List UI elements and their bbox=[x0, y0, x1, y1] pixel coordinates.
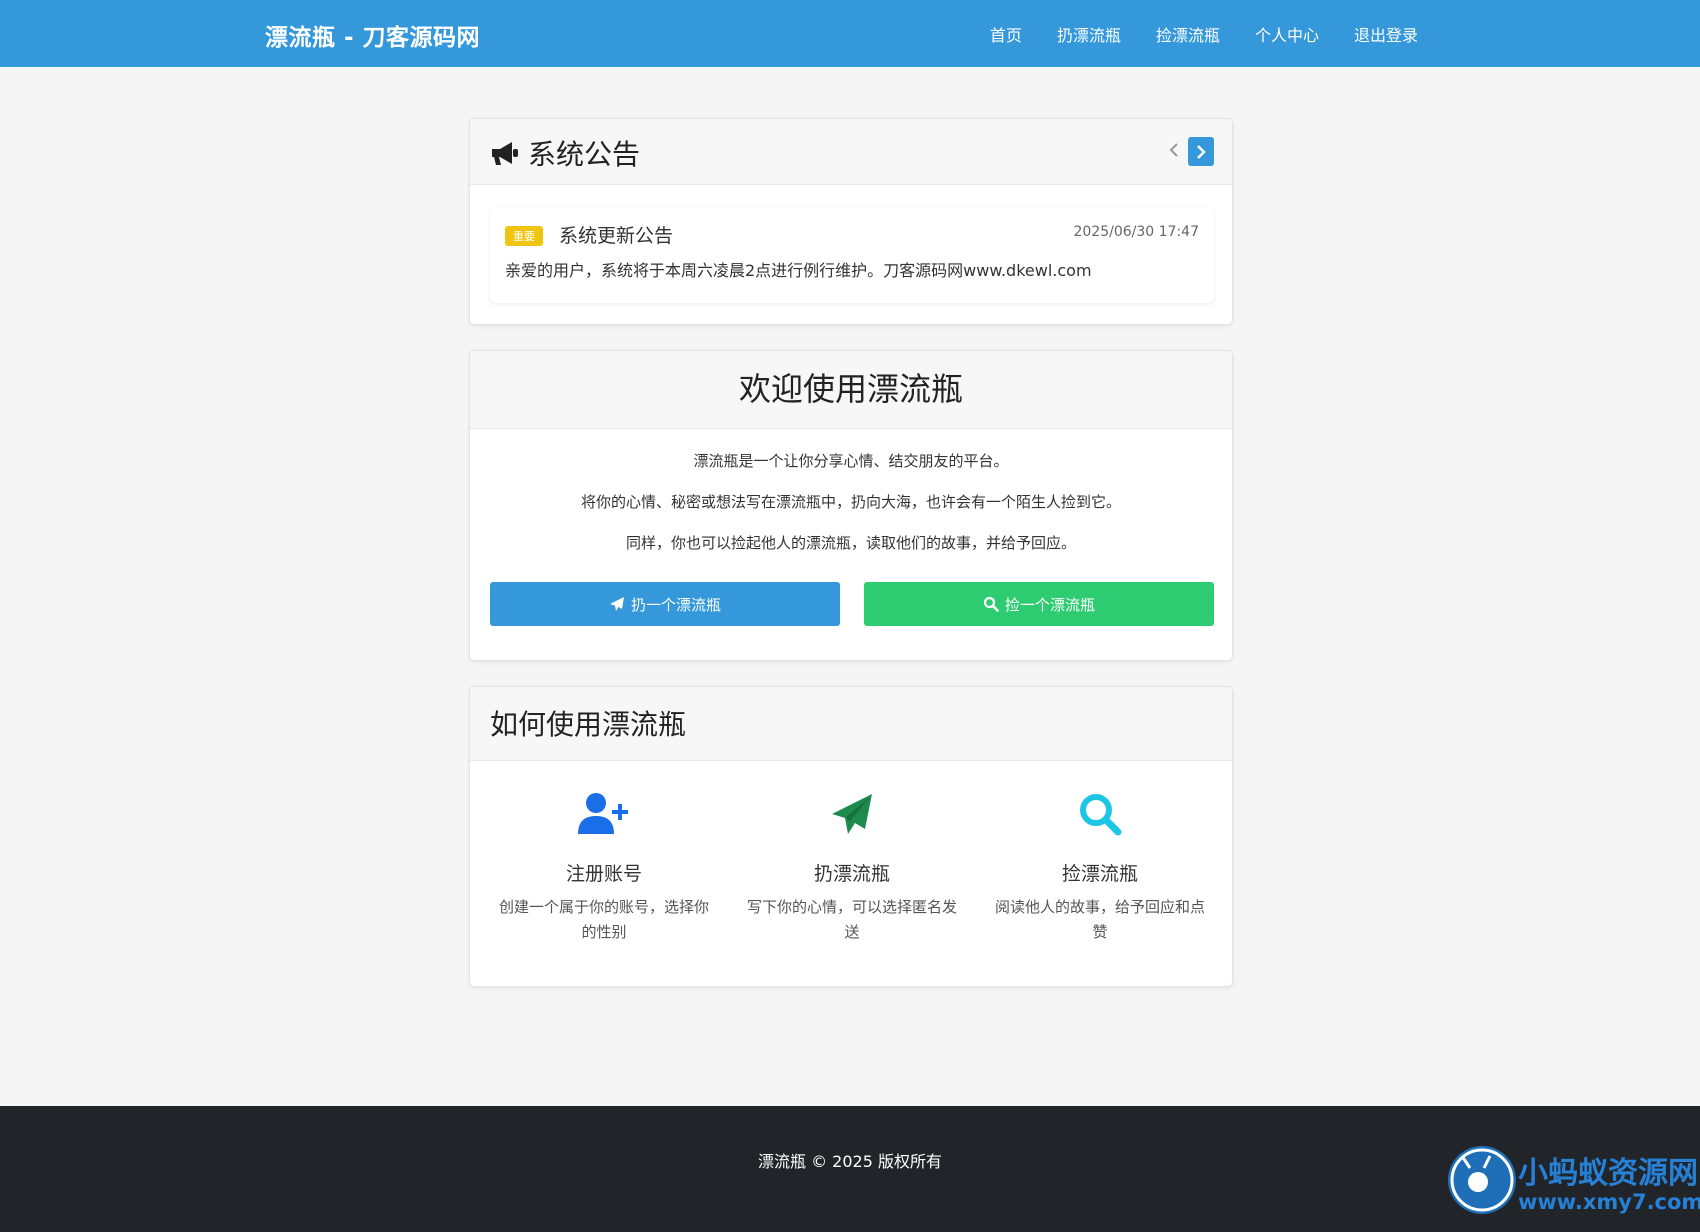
search-icon bbox=[983, 596, 999, 612]
nav-logout[interactable]: 退出登录 bbox=[1354, 22, 1418, 46]
step-description: 写下你的心情，可以选择匿名发送 bbox=[746, 898, 957, 941]
step-pick: 捡漂流瓶 阅读他人的故事，给予回应和点赞 bbox=[985, 789, 1215, 945]
announcement-title: 系统公告 bbox=[490, 133, 640, 173]
pick-bottle-button[interactable]: 捡一个漂流瓶 bbox=[864, 582, 1214, 626]
step-title: 捡漂流瓶 bbox=[1061, 863, 1138, 885]
welcome-line: 同样，你也可以捡起他人的漂流瓶，读取他们的故事，并给予回应。 bbox=[625, 534, 1076, 552]
step-title: 注册账号 bbox=[565, 863, 642, 885]
welcome-line: 将你的心情、秘密或想法写在漂流瓶中，扔向大海，也许会有一个陌生人捡到它。 bbox=[580, 493, 1121, 511]
ant-logo-icon bbox=[1448, 1146, 1516, 1214]
megaphone-icon bbox=[492, 142, 518, 165]
step-title: 扔漂流瓶 bbox=[813, 863, 890, 885]
announcement-item[interactable]: 重要 系统更新公告 2025/06/30 17:47 亲爱的用户，系统将于本周六… bbox=[490, 207, 1214, 303]
announcement-card: 系统公告 重要 系统更新公告 2025/06/30 17:47 亲爱的用户，系统… bbox=[469, 118, 1233, 325]
throw-bottle-label: 扔一个漂流瓶 bbox=[630, 595, 721, 614]
howto-card: 如何使用漂流瓶 注册账号 创建一个属于你的账号，选择你的性别 扔漂流瓶 写下你的… bbox=[469, 686, 1233, 987]
welcome-card: 欢迎使用漂流瓶 漂流瓶是一个让你分享心情、结交朋友的平台。 将你的心情、秘密或想… bbox=[469, 350, 1233, 661]
announcement-header: 系统公告 bbox=[470, 119, 1232, 185]
nav-throw-bottle[interactable]: 扔漂流瓶 bbox=[1057, 22, 1121, 46]
chevron-left-icon bbox=[1169, 143, 1178, 157]
announcement-body: 亲爱的用户，系统将于本周六凌晨2点进行例行维护。刀客源码网www.dkewl.c… bbox=[505, 261, 1092, 280]
paper-plane-icon bbox=[609, 597, 624, 611]
watermark-url: www.xmy7.com bbox=[1518, 1190, 1700, 1214]
brand-title[interactable]: 漂流瓶 - 刀客源码网 bbox=[265, 18, 480, 52]
step-description: 创建一个属于你的账号，选择你的性别 bbox=[498, 898, 709, 941]
watermark-name: 小蚂蚁资源网 bbox=[1518, 1156, 1698, 1191]
welcome-title: 欢迎使用漂流瓶 bbox=[738, 370, 963, 408]
search-icon bbox=[1080, 794, 1122, 836]
howto-header: 如何使用漂流瓶 bbox=[470, 687, 1232, 761]
welcome-line: 漂流瓶是一个让你分享心情、结交朋友的平台。 bbox=[693, 452, 1009, 470]
throw-bottle-button[interactable]: 扔一个漂流瓶 bbox=[490, 582, 840, 626]
announcement-item-title: 系统更新公告 bbox=[559, 225, 674, 247]
step-throw: 扔漂流瓶 写下你的心情，可以选择匿名发送 bbox=[737, 789, 967, 945]
footer-copyright: 漂流瓶 © 2025 版权所有 bbox=[758, 1152, 942, 1171]
announcement-date: 2025/06/30 17:47 bbox=[1073, 224, 1200, 240]
chevron-right-icon bbox=[1197, 144, 1206, 159]
important-badge: 重要 bbox=[505, 226, 543, 246]
pick-bottle-label: 捡一个漂流瓶 bbox=[1004, 595, 1095, 614]
user-plus-icon bbox=[578, 793, 628, 834]
nav-pick-bottle[interactable]: 捡漂流瓶 bbox=[1156, 22, 1220, 46]
announcement-prev-button[interactable] bbox=[1162, 137, 1186, 165]
nav-links: 首页 扔漂流瓶 捡漂流瓶 个人中心 退出登录 bbox=[955, 22, 1418, 46]
footer: 漂流瓶 © 2025 版权所有 bbox=[0, 1106, 1700, 1232]
announcement-title-text: 系统公告 bbox=[528, 138, 641, 171]
nav-profile[interactable]: 个人中心 bbox=[1255, 22, 1319, 46]
step-description: 阅读他人的故事，给予回应和点赞 bbox=[994, 898, 1205, 941]
howto-title: 如何使用漂流瓶 bbox=[490, 708, 687, 741]
nav-home[interactable]: 首页 bbox=[990, 22, 1022, 46]
paper-plane-icon bbox=[832, 794, 872, 834]
step-register: 注册账号 创建一个属于你的账号，选择你的性别 bbox=[489, 789, 719, 945]
welcome-description: 漂流瓶是一个让你分享心情、结交朋友的平台。 将你的心情、秘密或想法写在漂流瓶中，… bbox=[470, 449, 1232, 572]
announcement-next-button[interactable] bbox=[1188, 137, 1214, 166]
watermark-logo: 小蚂蚁资源网 www.xmy7.com bbox=[1448, 1144, 1700, 1228]
welcome-header: 欢迎使用漂流瓶 bbox=[470, 351, 1232, 429]
navbar: 漂流瓶 - 刀客源码网 首页 扔漂流瓶 捡漂流瓶 个人中心 退出登录 bbox=[0, 0, 1700, 67]
